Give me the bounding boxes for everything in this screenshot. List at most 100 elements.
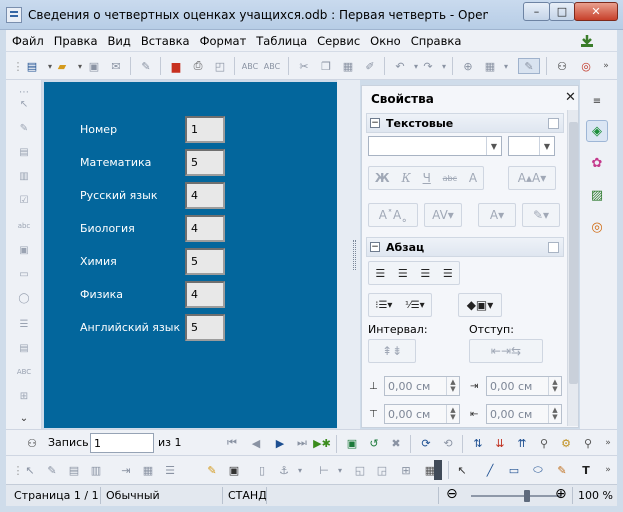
spinner-arrows-icon[interactable]: ▲ ▼ — [548, 405, 561, 423]
sort-descending-icon[interactable]: ⇈ — [514, 435, 530, 451]
sort-icon[interactable]: ⇅ — [470, 435, 486, 451]
autospell-icon[interactable]: ABC — [264, 58, 280, 74]
paragraph-section-header[interactable]: − Абзац — [366, 237, 564, 257]
shadow-button[interactable]: A — [469, 171, 477, 185]
numbered-list-icon[interactable]: ⅟☰▾ — [405, 300, 425, 311]
new-document-icon[interactable]: ▤ — [24, 58, 40, 74]
menu-format[interactable]: Формат — [195, 34, 252, 48]
bullet-list-icon[interactable]: ⁝☰▾ — [375, 300, 392, 311]
tab-order-icon[interactable]: ⇥ — [118, 462, 134, 478]
undo-icon[interactable]: ↶ — [392, 58, 408, 74]
italic-button[interactable]: К — [401, 171, 410, 185]
status-insert-mode[interactable]: СТАНД — [228, 489, 267, 502]
justify-icon[interactable]: ☰ — [443, 267, 453, 280]
minimize-button[interactable]: – — [523, 2, 550, 21]
spacing-above-field[interactable]: 0,00 см ▲ ▼ — [384, 376, 460, 396]
menu-edit[interactable]: Правка — [49, 34, 103, 48]
sort-ascending-icon[interactable]: ⇊ — [492, 435, 508, 451]
decrease-spacing-icon[interactable]: ⇟ — [392, 344, 402, 358]
menu-tools[interactable]: Сервис — [312, 34, 365, 48]
superscript-icon[interactable]: A˟ — [379, 208, 393, 222]
combo-box-icon[interactable]: ▤ — [16, 340, 32, 356]
anchor-dropdown-icon[interactable]: ▾ — [292, 462, 308, 478]
text-box-icon[interactable]: abc — [16, 218, 32, 234]
draw-line-icon[interactable]: ╱ — [482, 462, 498, 478]
select-pointer-icon[interactable]: ↖ — [16, 96, 32, 112]
form-properties-icon[interactable]: ▥ — [16, 168, 32, 184]
design-mode-icon[interactable]: ✎ — [16, 120, 32, 136]
refresh-icon[interactable]: ⟳ — [418, 435, 434, 451]
sidebar-close-icon[interactable]: ✕ — [565, 90, 576, 105]
add-field-icon[interactable]: ▦ — [140, 462, 156, 478]
find-record-icon[interactable]: ⚇ — [24, 435, 40, 451]
menu-table[interactable]: Таблица — [251, 34, 312, 48]
apply-filter-icon[interactable]: ⚙ — [558, 435, 574, 451]
update-download-icon[interactable] — [579, 33, 595, 49]
more-options-icon[interactable] — [548, 118, 559, 129]
more-controls-icon[interactable]: ⊞ — [16, 388, 32, 404]
spinner-arrows-icon[interactable]: ▲ ▼ — [446, 377, 459, 395]
checkbox-icon[interactable]: ☑ — [16, 192, 32, 208]
grow-shrink-font-group[interactable]: A▴ A▾ — [508, 166, 556, 190]
align-objects-icon[interactable]: ⊢ — [316, 462, 332, 478]
zoom-out-icon[interactable]: ⊖ — [446, 486, 458, 502]
cut-icon[interactable]: ✂ — [296, 58, 312, 74]
decrease-indent-icon[interactable]: ⇥ — [501, 344, 511, 358]
more-options-icon[interactable] — [548, 242, 559, 253]
menu-window[interactable]: Окно — [365, 34, 406, 48]
chevron-down-icon[interactable]: ▼ — [486, 137, 501, 155]
group-icon[interactable]: ⊞ — [398, 462, 414, 478]
table-dropdown-icon[interactable]: ▾ — [498, 58, 514, 74]
draw-ellipse-icon[interactable]: ⬭ — [530, 462, 546, 478]
menu-view[interactable]: Вид — [103, 34, 136, 48]
font-size-combo[interactable]: ▼ — [508, 136, 555, 156]
tab-navigator-icon[interactable]: ◎ — [586, 216, 608, 238]
draw-select-icon[interactable]: ↖ — [454, 462, 470, 478]
hanging-indent-icon[interactable]: ⇆ — [511, 344, 521, 358]
format-paintbrush-icon[interactable]: ✐ — [362, 58, 378, 74]
sidebar-scrollbar[interactable] — [567, 110, 578, 426]
indent-before-field[interactable]: 0,00 см ▲ ▼ — [486, 376, 562, 396]
navigator-compass-icon[interactable]: ◎ — [578, 58, 594, 74]
spacing-below-field[interactable]: 0,00 см ▲ ▼ — [384, 404, 460, 424]
sidebar-menu-icon[interactable]: ≡ — [586, 90, 608, 112]
edit-mode-icon[interactable]: ✎ — [138, 58, 154, 74]
last-record-icon[interactable]: ⏭ — [294, 435, 310, 451]
hyperlink-icon[interactable]: ⊕ — [460, 58, 476, 74]
status-zoom[interactable]: 100 % — [578, 489, 613, 502]
tab-properties-icon[interactable]: ◈ — [586, 120, 608, 142]
font-color-button[interactable]: A▾ — [478, 203, 516, 227]
menu-file[interactable]: Файл — [6, 34, 49, 48]
form-navigator-icon[interactable]: ▣ — [226, 462, 242, 478]
character-spacing-button[interactable]: AV▾ — [424, 203, 462, 227]
sidebar-splitter-handle[interactable] — [353, 240, 356, 270]
refresh-control-icon[interactable]: ⟲ — [440, 435, 456, 451]
reset-filter-icon[interactable]: ⚲ — [580, 435, 596, 451]
spinner-arrows-icon[interactable]: ▲ ▼ — [446, 405, 459, 423]
field-number[interactable]: 1 — [185, 116, 225, 143]
field-biology[interactable]: 4 — [185, 215, 225, 242]
bring-to-front-icon[interactable]: ◱ — [352, 462, 368, 478]
label-field-icon[interactable]: ABC — [16, 364, 32, 380]
next-record-icon[interactable]: ▶ — [272, 435, 288, 451]
subscript-icon[interactable]: A˳ — [393, 208, 407, 222]
align-right-icon[interactable]: ☰ — [420, 267, 430, 280]
spinner-arrows-icon[interactable]: ▲ ▼ — [548, 377, 561, 395]
field-math[interactable]: 5 — [185, 149, 225, 176]
tab-styles-icon[interactable]: ✿ — [586, 152, 608, 174]
print-preview-icon[interactable]: ◰ — [212, 58, 228, 74]
send-to-back-icon[interactable]: ◲ — [374, 462, 390, 478]
autofilter-icon[interactable]: ⚲ — [536, 435, 552, 451]
paragraph-background-button[interactable]: ◆▣▾ — [458, 293, 502, 317]
indent-buttons[interactable]: ⇤ ⇥ ⇆ — [469, 339, 543, 363]
underline-button[interactable]: Ч — [423, 171, 431, 185]
print-icon[interactable]: ⎙ — [190, 58, 206, 74]
previous-record-icon[interactable]: ◀ — [248, 435, 264, 451]
email-icon[interactable]: ✉ — [108, 58, 124, 74]
text-section-header[interactable]: − Текстовые — [366, 113, 564, 133]
highlight-color-button[interactable]: ✎▾ — [522, 203, 560, 227]
toolbar-overflow-icon[interactable]: » — [598, 58, 614, 74]
zoom-slider-knob[interactable] — [523, 490, 530, 502]
find-binoculars-icon[interactable]: ⚇ — [554, 58, 570, 74]
font-name-combo[interactable]: ▼ — [368, 136, 502, 156]
